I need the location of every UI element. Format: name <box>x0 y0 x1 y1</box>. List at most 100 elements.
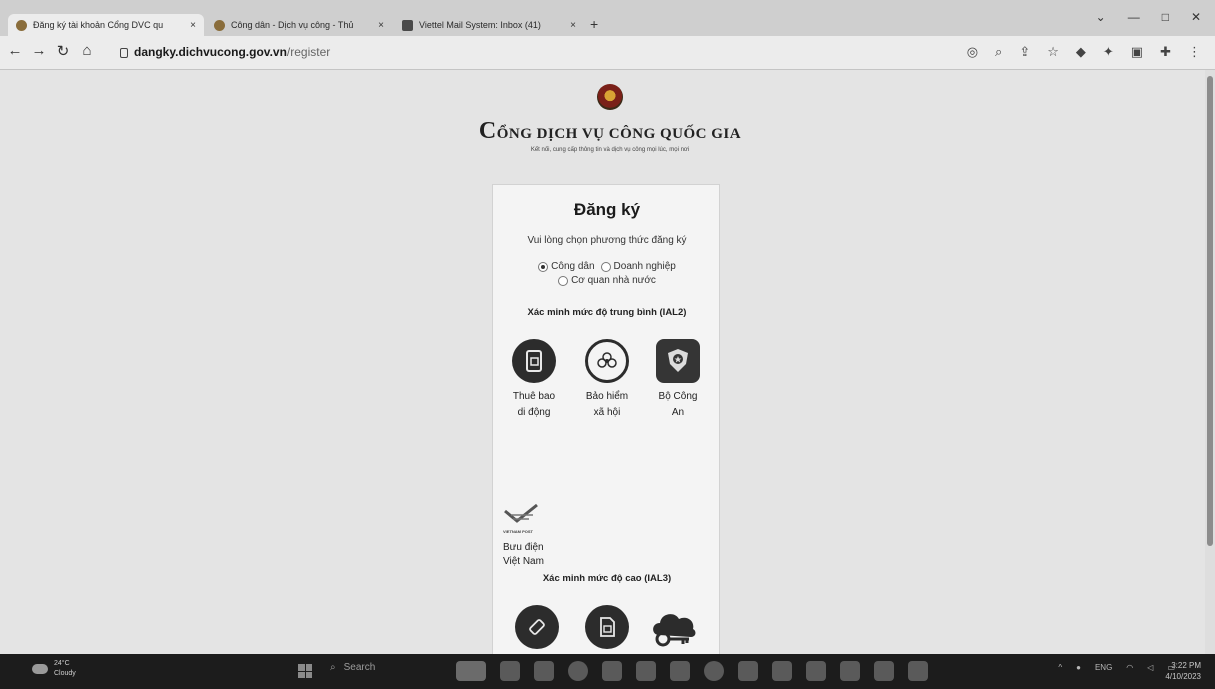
page-scrollbar[interactable] <box>1205 70 1215 654</box>
mail-app-icon[interactable] <box>602 661 622 681</box>
reload-icon[interactable]: ↻ <box>54 42 72 60</box>
provider-label-line1: Bộ Công <box>658 391 698 402</box>
tab-title: Viettel Mail System: Inbox (41) <box>419 20 541 30</box>
volume-icon[interactable]: ◁ <box>1147 663 1153 672</box>
weather-condition: Cloudy <box>54 670 76 677</box>
provider-ministry-of-public-security[interactable]: Bộ Công An <box>645 339 711 421</box>
radio-label: Cơ quan nhà nước <box>571 275 656 286</box>
provider-mobile-subscriber[interactable]: Thuê bao di động <box>501 339 567 421</box>
network-app-icon[interactable] <box>772 661 792 681</box>
zoom-icon[interactable]: ⌕ <box>995 44 1002 60</box>
tab-title: Công dân - Dịch vụ công - Thủ <box>231 20 354 30</box>
portal-title[interactable]: CỔNG DỊCH VỤ CÔNG QUỐC GIA <box>460 118 760 145</box>
provider-label-line1: Thuê bao <box>512 391 556 402</box>
pin-icon[interactable]: ✦ <box>1103 44 1114 60</box>
radio-cong-dan[interactable]: Công dân <box>538 261 595 272</box>
maximize-icon[interactable]: □ <box>1162 10 1169 24</box>
taskbar-clock[interactable]: 3:22 PM 4/10/2023 <box>1165 660 1201 682</box>
radio-doanh-nghiep[interactable]: Doanh nghiệp <box>600 261 676 272</box>
store-app-icon[interactable] <box>636 661 656 681</box>
camera-app-icon[interactable] <box>534 661 554 681</box>
portal-favicon-icon <box>214 19 225 31</box>
provider-label-line2: An <box>671 407 685 418</box>
tab-register[interactable]: Đăng ký tài khoản Cổng DVC qu × <box>8 14 204 36</box>
tab-cong-dan[interactable]: Công dân - Dịch vụ công - Thủ × <box>206 14 392 36</box>
teams-app-icon[interactable] <box>738 661 758 681</box>
portal-title-rest: ỔNG DỊCH VỤ CÔNG QUỐC GIA <box>496 126 742 142</box>
portal-subtitle: Kết nối, cung cấp thông tin và dịch vụ c… <box>530 147 690 153</box>
back-icon[interactable]: ← <box>6 42 24 59</box>
home-icon[interactable]: ⌂ <box>78 42 96 59</box>
national-emblem-icon <box>597 84 623 110</box>
vscode-app-icon[interactable] <box>670 661 690 681</box>
portal-title-initial: C <box>478 118 497 144</box>
ial2-section-title: Xác minh mức độ trung bình (IAL2) <box>527 307 687 318</box>
side-panel-icon[interactable]: ▣ <box>1131 44 1143 60</box>
excel-app-icon[interactable] <box>840 661 860 681</box>
radio-label: Công dân <box>551 261 595 272</box>
taskbar-search[interactable]: ⌕ Search <box>330 662 375 673</box>
provider-label-line1: Bảo hiểm <box>585 391 629 402</box>
address-bar[interactable]: dangky.dichvucong.gov.vn/register <box>110 41 950 63</box>
police-badge-icon <box>656 339 700 383</box>
tab-search-icon[interactable]: ⌄ <box>1096 10 1106 24</box>
start-button[interactable] <box>298 664 312 678</box>
weather-widget[interactable]: 24°C Cloudy <box>32 659 76 679</box>
task-view-icon[interactable] <box>500 661 520 681</box>
wifi-icon[interactable]: ◠ <box>1126 663 1133 672</box>
input-language[interactable]: ENG <box>1095 663 1112 672</box>
provider-social-insurance[interactable]: Bảo hiểm xã hội <box>574 339 640 421</box>
mail-favicon-icon <box>402 19 413 31</box>
sim-card-icon[interactable] <box>585 605 629 649</box>
widgets-app-icon[interactable] <box>456 661 486 681</box>
search-icon: ⌕ <box>330 662 336 673</box>
scrollbar-thumb[interactable] <box>1207 76 1213 546</box>
lock-icon <box>120 48 128 58</box>
forward-icon[interactable]: → <box>30 42 48 59</box>
clock-date: 4/10/2023 <box>1165 672 1201 681</box>
close-tab-icon[interactable]: × <box>190 20 196 31</box>
provider-label-line1: Bưu điện <box>503 542 544 553</box>
window-controls: ⌄ — □ ✕ <box>1096 10 1201 24</box>
menu-icon[interactable]: ⋮ <box>1188 44 1201 60</box>
zalo-app-icon[interactable] <box>704 661 724 681</box>
tab-title: Đăng ký tài khoản Cổng DVC qu <box>33 20 164 30</box>
vietnam-post-logo-text: VIETNAM POST <box>503 529 534 534</box>
extensions-puzzle-icon[interactable]: ✚ <box>1160 44 1171 60</box>
chevron-up-icon[interactable]: ^ <box>1058 663 1062 672</box>
browser-tab-bar: Đăng ký tài khoản Cổng DVC qu × Công dân… <box>0 0 1215 36</box>
portal-header: CỔNG DỊCH VỤ CÔNG QUỐC GIA Kết nối, cung… <box>460 84 760 153</box>
minimize-icon[interactable]: — <box>1128 10 1140 24</box>
tab-viettel-mail[interactable]: Viettel Mail System: Inbox (41) × <box>394 14 584 36</box>
pin-app-icon[interactable] <box>908 661 928 681</box>
edge-app-icon[interactable] <box>874 661 894 681</box>
radio-co-quan-nha-nuoc[interactable]: Cơ quan nhà nước <box>558 275 656 286</box>
provider-vietnam-post[interactable]: VIETNAM POST Bưu điện Việt Nam <box>503 503 544 569</box>
toolbar-actions: ◎ ⌕ ⇪ ☆ ◆ ✦ ▣ ✚ ⋮ <box>967 44 1201 60</box>
share-icon[interactable]: ⇪ <box>1019 44 1030 60</box>
taskbar-search-label: Search <box>343 662 376 673</box>
provider-label-line2: di động <box>517 407 551 418</box>
google-lens-icon[interactable]: ◎ <box>967 44 978 60</box>
usb-token-icon[interactable] <box>515 605 559 649</box>
file-explorer-icon[interactable] <box>806 661 826 681</box>
extension-icon[interactable]: ◆ <box>1076 44 1086 60</box>
radio-label: Doanh nghiệp <box>613 261 676 272</box>
phone-sim-icon <box>512 339 556 383</box>
address-path: /register <box>286 45 331 59</box>
cloud-key-icon[interactable] <box>649 605 696 649</box>
chrome-app-icon[interactable] <box>568 661 588 681</box>
portal-favicon-icon <box>16 19 27 31</box>
new-tab-button[interactable]: + <box>590 16 598 32</box>
weather-temperature: 24°C <box>54 660 70 667</box>
provider-label-line2: Việt Nam <box>503 556 544 567</box>
close-tab-icon[interactable]: × <box>378 20 384 31</box>
close-tab-icon[interactable]: × <box>570 20 576 31</box>
close-window-icon[interactable]: ✕ <box>1191 10 1201 24</box>
tray-app-icon[interactable]: ● <box>1076 663 1081 672</box>
page-viewport: CỔNG DỊCH VỤ CÔNG QUỐC GIA Kết nối, cung… <box>0 70 1205 654</box>
register-subtitle: Vui lòng chọn phương thức đăng ký <box>527 235 687 246</box>
bookmark-star-icon[interactable]: ☆ <box>1047 44 1059 60</box>
register-card: Đăng ký Vui lòng chọn phương thức đăng k… <box>492 184 720 654</box>
windows-taskbar: 24°C Cloudy ⌕ Search ^ ● ENG ◠ ◁ ▭ 3:22 … <box>0 654 1215 689</box>
